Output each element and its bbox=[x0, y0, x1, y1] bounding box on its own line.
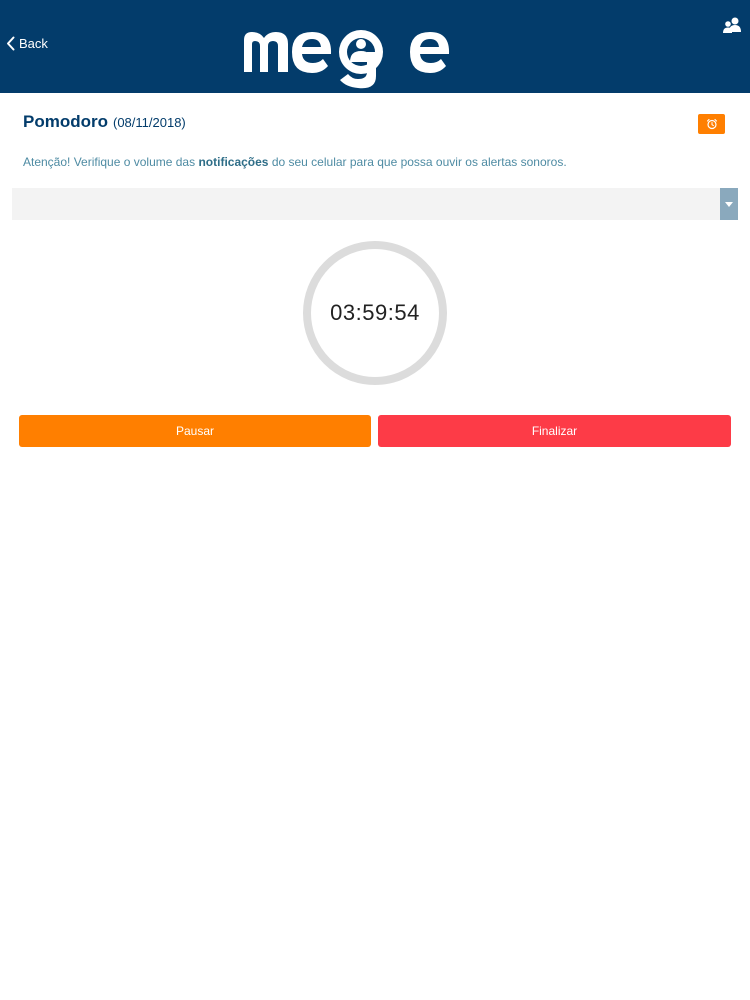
back-label: Back bbox=[19, 36, 48, 51]
pause-button[interactable]: Pausar bbox=[19, 415, 371, 447]
session-date: (08/11/2018) bbox=[113, 115, 186, 130]
task-select[interactable] bbox=[12, 188, 738, 220]
timer-display: 03:59:54 bbox=[330, 300, 420, 325]
mege-logo bbox=[244, 30, 450, 89]
alarm-button[interactable] bbox=[698, 114, 725, 134]
back-button[interactable]: Back bbox=[6, 36, 48, 51]
finish-button[interactable]: Finalizar bbox=[378, 415, 731, 447]
page-title-row: Pomodoro (08/11/2018) bbox=[23, 112, 186, 132]
app-header: Back bbox=[0, 0, 750, 93]
chevron-left-icon bbox=[7, 36, 15, 51]
notice-text-before: Atenção! Verifique o volume das bbox=[23, 155, 199, 169]
users-icon[interactable] bbox=[722, 16, 742, 36]
caret-down-icon bbox=[725, 201, 733, 207]
notice-text-after: do seu celular para que possa ouvir os a… bbox=[268, 155, 567, 169]
notice-text-bold: notificações bbox=[198, 155, 269, 169]
select-arrow[interactable] bbox=[720, 188, 738, 220]
page-title: Pomodoro bbox=[23, 112, 108, 131]
volume-notice: Atenção! Verifique o volume das notifica… bbox=[23, 155, 567, 169]
alarm-clock-icon bbox=[706, 118, 717, 130]
